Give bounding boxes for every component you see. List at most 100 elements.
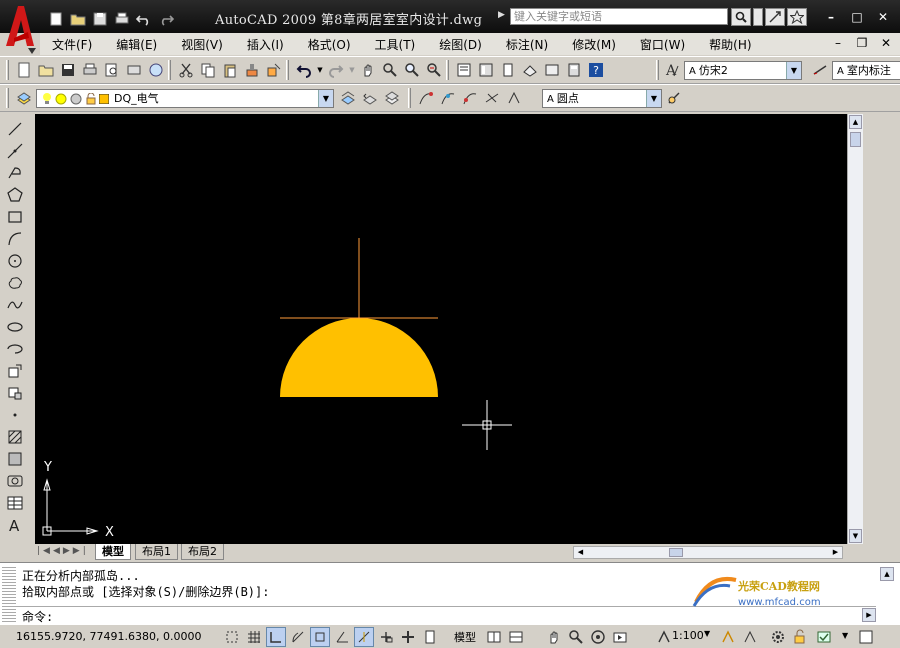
toolbar-grip[interactable] — [6, 60, 9, 80]
visual-style-hidden-icon[interactable] — [460, 88, 480, 108]
doc-minimize-button[interactable]: – — [830, 35, 846, 51]
tool-palettes-icon[interactable] — [498, 60, 518, 80]
menu-window[interactable]: 窗口(W) — [628, 36, 697, 53]
menu-help[interactable]: 帮助(H) — [697, 36, 763, 53]
undo-icon[interactable] — [294, 60, 314, 80]
new-file-icon[interactable] — [46, 10, 66, 28]
layer-viewport-icon[interactable] — [69, 93, 83, 105]
plot-preview-icon[interactable] — [102, 60, 122, 80]
gradient-icon[interactable] — [4, 448, 26, 470]
multiline-text-icon[interactable]: A — [4, 514, 26, 536]
quickcalc-icon[interactable] — [564, 60, 584, 80]
pan-icon[interactable] — [544, 627, 564, 647]
scroll-right-icon[interactable]: ▶ — [829, 547, 842, 558]
layer-thaw-sun-icon[interactable] — [55, 93, 67, 105]
visual-style-realistic-icon[interactable] — [482, 88, 502, 108]
tray-dropdown-icon[interactable]: ▼ — [842, 631, 848, 640]
dynamic-input-icon[interactable] — [376, 627, 396, 647]
tab-model[interactable]: 模型 — [95, 544, 131, 560]
publish-icon[interactable] — [124, 60, 144, 80]
zoom-window-icon[interactable] — [402, 60, 422, 80]
open-folder-icon[interactable] — [68, 10, 88, 28]
rectangle-icon[interactable] — [4, 206, 26, 228]
hatch-icon[interactable] — [4, 426, 26, 448]
ellipse-icon[interactable] — [4, 316, 26, 338]
3d-dwf-icon[interactable] — [146, 60, 166, 80]
undo-dropdown-icon[interactable]: ▼ — [316, 60, 324, 80]
layer-previous-icon[interactable] — [360, 88, 380, 108]
tab-navigation-arrows-icon[interactable]: |◀◀▶▶| — [37, 546, 89, 556]
favorites-star-icon[interactable] — [787, 8, 807, 26]
redo-dropdown-icon[interactable]: ▼ — [348, 60, 356, 80]
drawing-area[interactable]: Y X — [35, 114, 847, 544]
toolbar-grip[interactable] — [6, 88, 9, 108]
dynamic-ucs-icon[interactable] — [354, 627, 374, 647]
autocad-logo-icon[interactable] — [2, 2, 38, 54]
layer-on-bulb-icon[interactable] — [41, 92, 53, 106]
visual-style-select[interactable]: A 圆点 ▼ — [542, 89, 662, 108]
pan-icon[interactable] — [358, 60, 378, 80]
coordinate-readout[interactable]: 16155.9720, 77491.6380, 0.0000 — [16, 630, 201, 643]
polar-tracking-icon[interactable] — [288, 627, 308, 647]
block-editor-icon[interactable] — [264, 60, 284, 80]
plot-icon[interactable] — [80, 60, 100, 80]
show-motion-icon[interactable] — [610, 627, 630, 647]
undo-icon[interactable] — [134, 10, 154, 28]
zoom-icon[interactable] — [566, 627, 586, 647]
annotation-scale-value[interactable]: 1:100 — [672, 629, 704, 642]
region-icon[interactable] — [4, 470, 26, 492]
expand-arrow-icon[interactable]: ▶ — [498, 10, 505, 20]
menu-insert[interactable]: 插入(I) — [235, 36, 296, 53]
doc-restore-button[interactable]: ❐ — [854, 35, 870, 51]
object-snap-tracking-icon[interactable] — [332, 627, 352, 647]
tab-layout2[interactable]: 布局2 — [181, 544, 224, 560]
copy-icon[interactable] — [198, 60, 218, 80]
doc-close-button[interactable]: ✕ — [878, 35, 894, 51]
menu-dimension[interactable]: 标注(N) — [494, 36, 560, 53]
visual-style-manager-icon[interactable] — [664, 88, 684, 108]
design-center-icon[interactable] — [476, 60, 496, 80]
tab-layout1[interactable]: 布局1 — [135, 544, 178, 560]
polygon-icon[interactable] — [4, 184, 26, 206]
layer-states-icon[interactable] — [382, 88, 402, 108]
text-style-icon[interactable]: A — [662, 60, 682, 80]
chevron-down-icon[interactable]: ▼ — [646, 90, 661, 107]
horizontal-scrollbar[interactable]: ◀ ▶ — [573, 546, 843, 559]
open-icon[interactable] — [36, 60, 56, 80]
scroll-down-icon[interactable]: ▼ — [849, 529, 862, 543]
arc-icon[interactable] — [4, 228, 26, 250]
help-icon[interactable]: ? — [586, 60, 606, 80]
redo-icon[interactable] — [156, 10, 176, 28]
toolbar-lock-icon[interactable] — [790, 627, 810, 647]
sheet-set-icon[interactable] — [520, 60, 540, 80]
make-block-icon[interactable] — [4, 382, 26, 404]
steering-wheel-icon[interactable] — [588, 627, 608, 647]
revision-cloud-icon[interactable] — [4, 272, 26, 294]
print-icon[interactable] — [112, 10, 132, 28]
auto-scale-icon[interactable] — [740, 627, 760, 647]
zoom-realtime-icon[interactable] — [380, 60, 400, 80]
annotation-scale-icon[interactable] — [654, 627, 674, 647]
toolbar-grip[interactable] — [408, 88, 411, 108]
workspace-gear-icon[interactable] — [768, 627, 788, 647]
layer-manager-icon[interactable] — [14, 88, 34, 108]
menu-modify[interactable]: 修改(M) — [560, 36, 628, 53]
text-style-select[interactable]: A 仿宋2 ▼ — [684, 61, 802, 80]
cut-icon[interactable] — [176, 60, 196, 80]
status-tray-settings-icon[interactable] — [814, 627, 834, 647]
layout-view-icon[interactable] — [484, 627, 504, 647]
minimize-button[interactable]: – — [822, 8, 840, 26]
search-icon[interactable] — [731, 8, 751, 26]
circle-icon[interactable] — [4, 250, 26, 272]
lineweight-icon[interactable] — [398, 627, 418, 647]
maximize-button[interactable]: □ — [848, 8, 866, 26]
toolbar-grip[interactable] — [656, 60, 659, 80]
visual-style-2d-icon[interactable] — [416, 88, 436, 108]
polyline-icon[interactable] — [4, 162, 26, 184]
insert-block-icon[interactable] — [4, 360, 26, 382]
table-icon[interactable] — [4, 492, 26, 514]
chevron-down-icon[interactable]: ▼ — [318, 90, 333, 107]
hscroll-thumb[interactable] — [669, 548, 683, 557]
hatched-semicircle[interactable] — [280, 318, 438, 397]
menu-edit[interactable]: 编辑(E) — [104, 36, 169, 53]
